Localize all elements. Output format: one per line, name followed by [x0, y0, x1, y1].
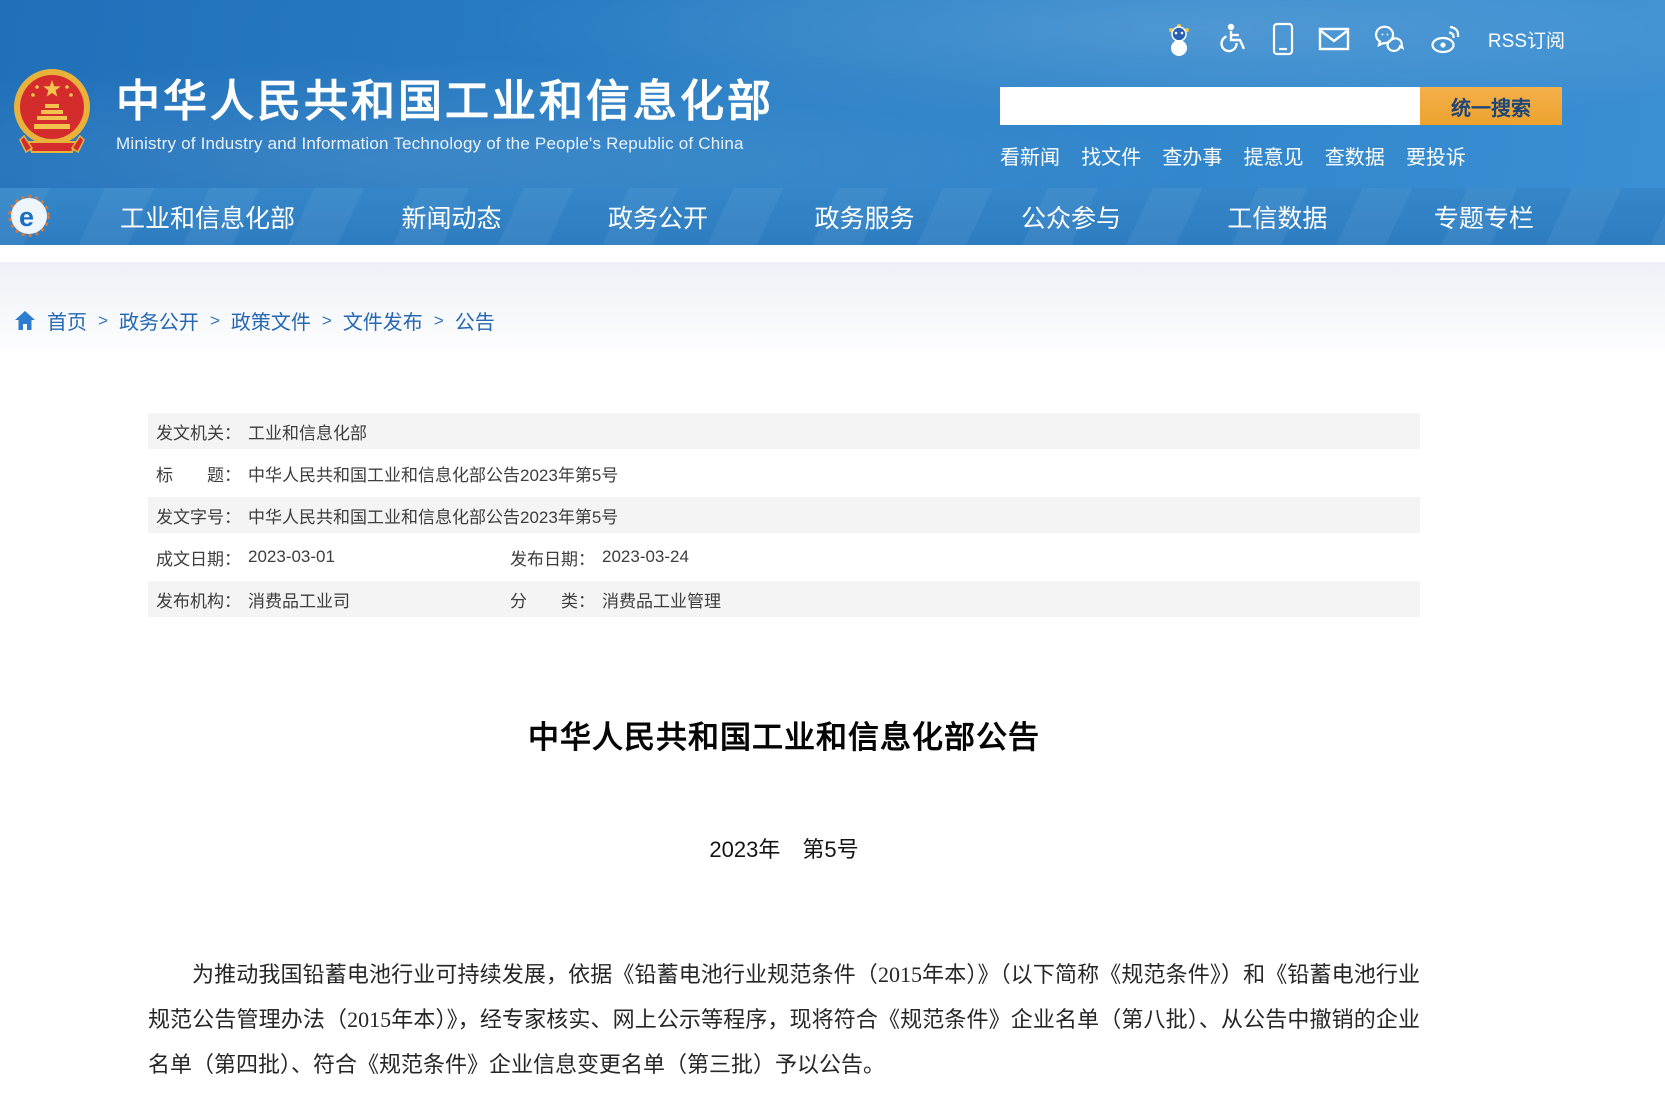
- meta-label: 分 类：: [510, 587, 595, 612]
- header-utility-icons: RSS订阅: [1164, 22, 1565, 56]
- quick-link-feedback[interactable]: 提意见: [1244, 141, 1304, 170]
- breadcrumb-policy-documents[interactable]: 政策文件: [231, 306, 311, 335]
- breadcrumb-home[interactable]: 首页: [47, 306, 87, 335]
- meta-label: 成文日期：: [156, 545, 241, 570]
- meta-value: 2023-03-24: [602, 547, 689, 567]
- document-body-paragraph: 为推动我国铅蓄电池行业可持续发展，依据《铅蓄电池行业规范条件（2015年本）》（…: [148, 952, 1420, 1087]
- breadcrumb-separator: >: [322, 311, 332, 331]
- unified-search: 统一搜索: [1000, 87, 1562, 125]
- nav-item-gov-disclosure[interactable]: 政务公开: [608, 199, 708, 235]
- main-nav: e 工业和信息化部 新闻动态 政务公开 政务服务 公众参与 工信数据 专题专栏: [0, 188, 1665, 245]
- meta-row-publisher-category: 发布机构： 消费品工业司 分 类： 消费品工业管理: [148, 581, 1420, 617]
- site-subtitle: Ministry of Industry and Information Tec…: [116, 134, 774, 154]
- meta-label: 发布机构：: [156, 587, 241, 612]
- search-button[interactable]: 统一搜索: [1420, 87, 1562, 125]
- breadcrumb-separator: >: [210, 311, 220, 331]
- meta-row-issuing-authority: 发文机关： 工业和信息化部: [148, 413, 1420, 449]
- nav-item-miit[interactable]: 工业和信息化部: [120, 199, 295, 235]
- quick-link-complaint[interactable]: 要投诉: [1406, 141, 1466, 170]
- site-title: 中华人民共和国工业和信息化部: [116, 77, 774, 128]
- document-title: 中华人民共和国工业和信息化部公告: [148, 712, 1420, 757]
- meta-value: 消费品工业管理: [602, 587, 721, 612]
- document-issue-number: 2023年 第5号: [148, 832, 1420, 864]
- document-meta-table: 发文机关： 工业和信息化部 标 题： 中华人民共和国工业和信息化部公告2023年…: [148, 413, 1420, 617]
- quick-link-news[interactable]: 看新闻: [1000, 141, 1060, 170]
- meta-label: 标 题：: [156, 461, 241, 486]
- mobile-icon[interactable]: [1272, 22, 1294, 56]
- meta-row-title: 标 题： 中华人民共和国工业和信息化部公告2023年第5号: [148, 455, 1420, 491]
- meta-label: 发文字号：: [156, 503, 241, 528]
- breadcrumb: 首页 > 政务公开 > 政策文件 > 文件发布 > 公告: [14, 306, 1665, 335]
- breadcrumb-document-release[interactable]: 文件发布: [343, 306, 423, 335]
- meta-value: 消费品工业司: [248, 587, 350, 612]
- breadcrumb-separator: >: [98, 311, 108, 331]
- rss-link[interactable]: RSS订阅: [1488, 26, 1565, 53]
- nav-item-special-topics[interactable]: 专题专栏: [1434, 199, 1534, 235]
- assistant-robot-icon[interactable]: [1164, 22, 1194, 56]
- nav-item-news[interactable]: 新闻动态: [401, 199, 501, 235]
- meta-value: 2023-03-01: [248, 547, 335, 567]
- accessibility-icon[interactable]: [1218, 22, 1248, 56]
- meta-label: 发文机关：: [156, 419, 241, 444]
- miit-e-logo-icon[interactable]: e: [8, 195, 50, 237]
- meta-value: 工业和信息化部: [248, 419, 367, 444]
- meta-label: 发布日期：: [510, 545, 595, 570]
- meta-value: 中华人民共和国工业和信息化部公告2023年第5号: [248, 461, 618, 486]
- home-icon[interactable]: [14, 310, 36, 331]
- quick-link-documents[interactable]: 找文件: [1081, 141, 1141, 170]
- header-content-divider: [0, 245, 1665, 262]
- search-input[interactable]: [1000, 87, 1420, 125]
- quick-links: 看新闻 找文件 查办事 提意见 查数据 要投诉: [1000, 141, 1466, 170]
- meta-row-dates: 成文日期： 2023-03-01 发布日期： 2023-03-24: [148, 539, 1420, 575]
- breadcrumb-band: 首页 > 政务公开 > 政策文件 > 文件发布 > 公告: [0, 262, 1665, 350]
- breadcrumb-separator: >: [434, 311, 444, 331]
- nav-item-public-participation[interactable]: 公众参与: [1021, 199, 1121, 235]
- quick-link-data[interactable]: 查数据: [1325, 141, 1385, 170]
- mail-icon[interactable]: [1318, 27, 1350, 51]
- meta-row-document-number: 发文字号： 中华人民共和国工业和信息化部公告2023年第5号: [148, 497, 1420, 533]
- site-logo[interactable]: 中华人民共和国工业和信息化部 Ministry of Industry and …: [12, 62, 774, 169]
- main-content: 发文机关： 工业和信息化部 标 题： 中华人民共和国工业和信息化部公告2023年…: [148, 413, 1420, 1087]
- svg-text:e: e: [19, 202, 34, 232]
- breadcrumb-current: 公告: [455, 306, 495, 335]
- wechat-icon[interactable]: [1374, 25, 1406, 53]
- breadcrumb-gov-disclosure[interactable]: 政务公开: [119, 306, 199, 335]
- meta-value: 中华人民共和国工业和信息化部公告2023年第5号: [248, 503, 618, 528]
- nav-items: 工业和信息化部 新闻动态 政务公开 政务服务 公众参与 工信数据 专题专栏: [120, 188, 1534, 245]
- site-header: RSS订阅 中华人民共和国工业和信息化部 Minis: [0, 0, 1665, 188]
- nav-item-industry-data[interactable]: 工信数据: [1227, 199, 1327, 235]
- nav-item-gov-services[interactable]: 政务服务: [814, 199, 914, 235]
- national-emblem-icon: [12, 62, 92, 169]
- weibo-icon[interactable]: [1430, 24, 1464, 54]
- quick-link-services[interactable]: 查办事: [1162, 141, 1222, 170]
